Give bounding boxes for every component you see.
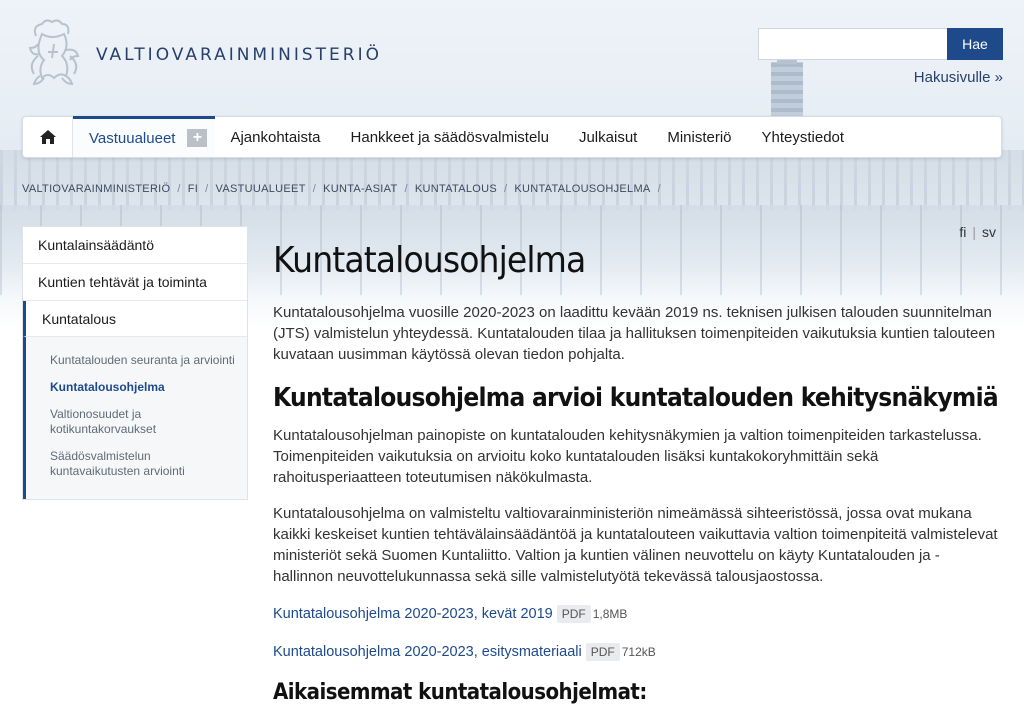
file-size: 1,8MB <box>592 607 628 621</box>
body-paragraph: Kuntatalousohjelman painopiste on kuntat… <box>273 427 982 486</box>
sidebar-subnav: Kuntatalouden seuranta ja arviointi Kunt… <box>23 337 247 499</box>
download-link[interactable]: Kuntatalousohjelma 2020-2023, esitysmate… <box>273 644 582 660</box>
page-title: Kuntatalousohjelma <box>273 240 586 281</box>
nav-item-julkaisut[interactable]: Julkaisut <box>564 117 652 157</box>
search-input[interactable] <box>758 28 947 60</box>
nav-item-ministerio[interactable]: Ministeriö <box>652 117 746 157</box>
search-page-link[interactable]: Hakusivulle » <box>914 69 1003 86</box>
main-navigation: Vastuualueet + Ajankohtaista Hankkeet ja… <box>22 116 1002 158</box>
breadcrumb-separator: / <box>657 183 661 195</box>
sidebar-subitem-saadosvalmistelu[interactable]: Säädösvalmistelun kuntavaikutusten arvio… <box>26 443 247 485</box>
intro-paragraph: Kuntatalousohjelma vuosille 2020-2023 on… <box>273 304 996 363</box>
sidebar-subitem-seuranta[interactable]: Kuntatalouden seuranta ja arviointi <box>26 347 247 374</box>
download-item: Kuntatalousohjelma 2020-2023, esitysmate… <box>273 641 998 663</box>
file-type-badge: PDF <box>585 643 620 661</box>
nav-item-vastuualueet[interactable]: Vastuualueet + <box>73 116 216 157</box>
file-size: 712kB <box>621 645 656 659</box>
breadcrumb-separator: / <box>504 183 508 195</box>
search-button[interactable]: Hae <box>947 28 1003 60</box>
nav-item-hankkeet[interactable]: Hankkeet ja säädösvalmistelu <box>336 117 564 157</box>
site-name: VALTIOVARAINMINISTERIÖ <box>96 45 382 65</box>
breadcrumb-item[interactable]: Vastuualueet <box>216 183 306 195</box>
breadcrumb-separator: / <box>205 183 209 195</box>
main-content: Kuntatalousohjelma Kuntatalousohjelma vu… <box>273 238 999 708</box>
rooftops-illustration <box>0 150 1024 210</box>
breadcrumb-item[interactable]: Kuntatalous <box>415 183 497 195</box>
file-type-badge: PDF <box>556 605 591 623</box>
breadcrumb-current: Kuntatalousohjelma <box>514 183 651 195</box>
breadcrumb-item[interactable]: Kunta-asiat <box>323 183 397 195</box>
breadcrumb: Valtiovarainministeriö / FI / Vastuualueet… <box>22 182 668 196</box>
breadcrumb-separator: / <box>177 183 181 195</box>
expand-plus-icon[interactable]: + <box>187 129 208 147</box>
site-logo[interactable]: VALTIOVARAINMINISTERIÖ <box>22 12 379 96</box>
sidebar-item-kuntatalous[interactable]: Kuntatalous <box>23 301 247 337</box>
download-link[interactable]: Kuntatalousohjelma 2020-2023, kevät 2019 <box>273 606 553 622</box>
breadcrumb-separator: / <box>312 183 317 195</box>
sidebar-subitem-valtionosuudet[interactable]: Valtionosuudet ja kotikuntakorvaukset <box>26 401 247 443</box>
sidebar-item-kuntien-tehtavat[interactable]: Kuntien tehtävät ja toiminta <box>23 264 247 301</box>
breadcrumb-item[interactable]: Valtiovarainministeriö <box>22 183 170 195</box>
breadcrumb-item[interactable]: FI <box>188 183 198 195</box>
sidebar-subitem-kuntatalousohjelma[interactable]: Kuntatalousohjelma <box>26 374 247 401</box>
coat-of-arms-lion-icon <box>28 19 80 86</box>
nav-item-yhteystiedot[interactable]: Yhteystiedot <box>747 117 860 157</box>
home-icon <box>39 130 56 144</box>
section-heading: Kuntatalousohjelma arvioi kuntatalouden … <box>273 383 999 413</box>
breadcrumb-separator: / <box>404 183 408 195</box>
search-form: Hae <box>758 28 1003 60</box>
home-button[interactable] <box>23 117 73 157</box>
sidebar-item-kuntalainsaadanto[interactable]: Kuntalainsäädäntö <box>23 227 247 264</box>
nav-item-ajankohtaista[interactable]: Ajankohtaista <box>215 117 335 157</box>
sidebar-navigation: Kuntalainsäädäntö Kuntien tehtävät ja to… <box>22 226 248 500</box>
body-paragraph: Kuntatalousohjelma on valmisteltu valtio… <box>273 505 998 585</box>
download-item: Kuntatalousohjelma 2020-2023, kevät 2019… <box>273 603 998 625</box>
section-subheading: Aikaisemmat kuntatalousohjelmat: <box>273 680 647 705</box>
